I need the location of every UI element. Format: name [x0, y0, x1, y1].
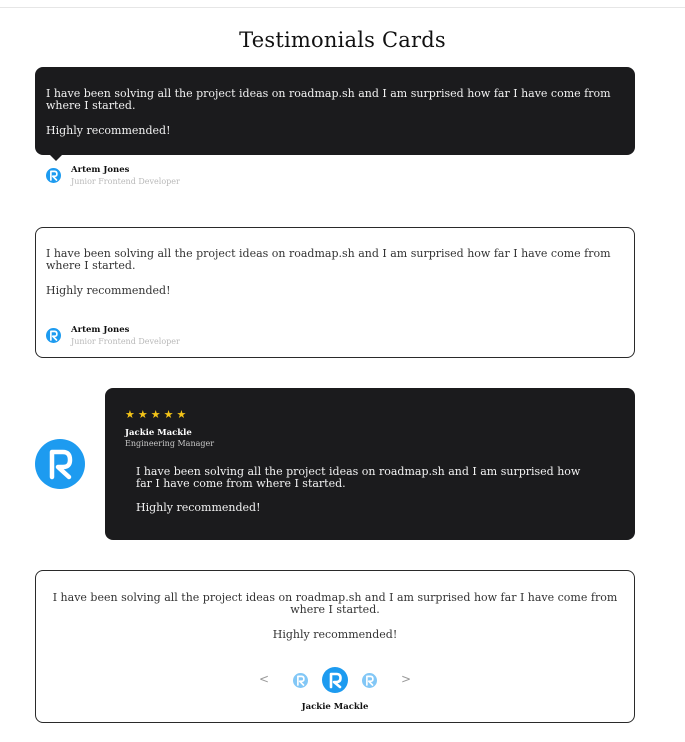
star-icon: ★ [150, 408, 161, 421]
carousel-controls: < > [36, 667, 634, 693]
page-title: Testimonials Cards [239, 28, 446, 52]
carousel-avatar-active[interactable] [322, 667, 348, 693]
carousel-avatar-next[interactable] [362, 672, 377, 688]
carousel-prev-button[interactable]: < [249, 672, 279, 686]
top-divider [0, 7, 685, 8]
testimonial-card-carousel: I have been solving all the project idea… [35, 570, 635, 723]
testimonial-card-outlined: I have been solving all the project idea… [35, 227, 635, 358]
roadmap-logo-icon [35, 439, 85, 489]
author-role: Engineering Manager [125, 439, 215, 448]
testimonial-quote: I have been solving all the project idea… [52, 591, 618, 617]
testimonial-recommendation: Highly recommended! [46, 283, 171, 297]
author-role: Junior Frontend Developer [71, 336, 180, 346]
star-icon: ★ [176, 408, 187, 421]
testimonial-recommendation: Highly recommended! [46, 123, 171, 137]
carousel-next-button[interactable]: > [391, 672, 421, 686]
testimonial-quote: I have been solving all the project idea… [136, 465, 581, 491]
testimonial-author: Artem Jones Junior Frontend Developer [46, 325, 180, 347]
carousel-avatar-prev[interactable] [293, 672, 308, 688]
testimonial-quote: I have been solving all the project idea… [46, 247, 611, 273]
author-name: Jackie Mackle [125, 428, 192, 438]
speech-bubble-tail [50, 155, 62, 161]
star-rating: ★ ★ ★ ★ ★ [125, 408, 615, 421]
author-name: Jackie Mackle [301, 702, 369, 712]
roadmap-logo-icon [46, 328, 61, 344]
testimonial-recommendation: Highly recommended! [272, 627, 398, 641]
testimonial-recommendation: Highly recommended! [136, 500, 261, 514]
star-icon: ★ [137, 408, 148, 421]
testimonial-card-speech-bubble: I have been solving all the project idea… [35, 67, 635, 161]
roadmap-logo-icon [46, 168, 61, 184]
star-icon: ★ [125, 408, 135, 421]
testimonial-quote: I have been solving all the project idea… [46, 87, 611, 113]
author-name: Artem Jones [71, 165, 130, 175]
testimonial-author: Artem Jones Junior Frontend Developer [46, 165, 180, 187]
testimonial-card-rated: ★ ★ ★ ★ ★ Jackie Mackle Engineering Manager … [105, 388, 635, 540]
author-name: Artem Jones [71, 325, 130, 335]
star-icon: ★ [163, 408, 174, 421]
author-role: Junior Frontend Developer [71, 176, 180, 186]
